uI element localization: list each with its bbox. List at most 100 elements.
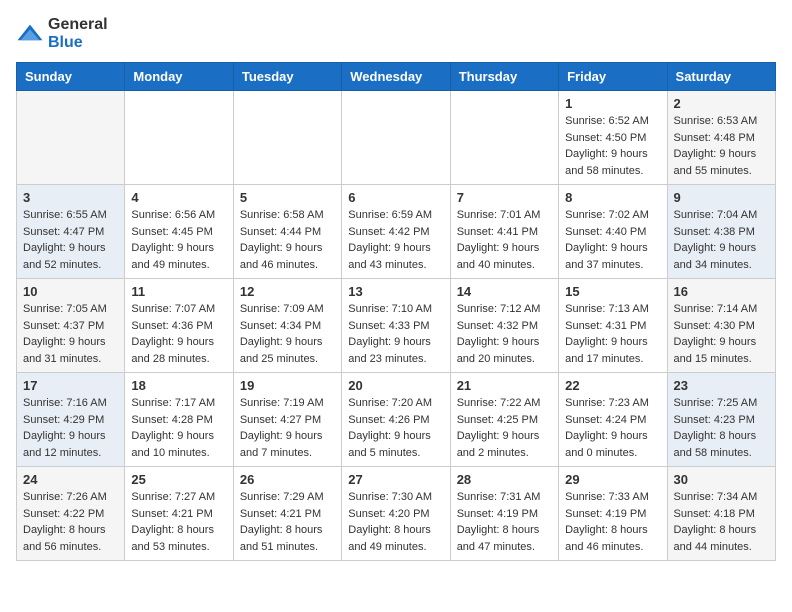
- day-info: Sunrise: 7:16 AMSunset: 4:29 PMDaylight:…: [23, 395, 118, 461]
- calendar-week-1: 1Sunrise: 6:52 AMSunset: 4:50 PMDaylight…: [17, 91, 776, 185]
- day-number: 17: [23, 378, 118, 393]
- day-number: 6: [348, 190, 443, 205]
- weekday-header-friday: Friday: [559, 63, 667, 91]
- calendar-cell: 3Sunrise: 6:55 AMSunset: 4:47 PMDaylight…: [17, 185, 125, 279]
- day-number: 7: [457, 190, 552, 205]
- day-number: 22: [565, 378, 660, 393]
- calendar-cell: 30Sunrise: 7:34 AMSunset: 4:18 PMDayligh…: [667, 467, 775, 561]
- calendar-cell: 29 Sunrise: 7:33 AMSunset: 4:19 PMDayligh…: [559, 467, 667, 561]
- calendar-cell: 6 Sunrise: 6:59 AMSunset: 4:42 PMDaylight…: [342, 185, 450, 279]
- day-info: Sunrise: 7:29 AMSunset: 4:21 PMDaylight:…: [240, 489, 335, 555]
- calendar-cell: 1Sunrise: 6:52 AMSunset: 4:50 PMDaylight…: [559, 91, 667, 185]
- calendar-cell: 9Sunrise: 7:04 AMSunset: 4:38 PMDaylight…: [667, 185, 775, 279]
- weekday-header-thursday: Thursday: [450, 63, 558, 91]
- calendar-cell: 21 Sunrise: 7:22 AMSunset: 4:25 PMDayligh…: [450, 373, 558, 467]
- day-info: Sunrise: 6:56 AMSunset: 4:45 PMDaylight:…: [131, 207, 226, 273]
- day-info: Sunrise: 7:14 AMSunset: 4:30 PMDaylight:…: [674, 301, 769, 367]
- day-info: Sunrise: 7:20 AMSunset: 4:26 PMDaylight:…: [348, 395, 443, 461]
- day-number: 15: [565, 284, 660, 299]
- calendar-cell: 18 Sunrise: 7:17 AMSunset: 4:28 PMDayligh…: [125, 373, 233, 467]
- day-number: 27: [348, 472, 443, 487]
- day-info: Sunrise: 7:04 AMSunset: 4:38 PMDaylight:…: [674, 207, 769, 273]
- weekday-header-monday: Monday: [125, 63, 233, 91]
- calendar-week-5: 24Sunrise: 7:26 AMSunset: 4:22 PMDayligh…: [17, 467, 776, 561]
- calendar-week-2: 3Sunrise: 6:55 AMSunset: 4:47 PMDaylight…: [17, 185, 776, 279]
- calendar-cell: [233, 91, 341, 185]
- day-number: 25: [131, 472, 226, 487]
- weekday-header-wednesday: Wednesday: [342, 63, 450, 91]
- calendar-week-4: 17 Sunrise: 7:16 AMSunset: 4:29 PMDayligh…: [17, 373, 776, 467]
- day-info: Sunrise: 7:13 AMSunset: 4:31 PMDaylight:…: [565, 301, 660, 367]
- day-number: 14: [457, 284, 552, 299]
- weekday-header-sunday: Sunday: [17, 63, 125, 91]
- day-info: Sunrise: 7:12 AMSunset: 4:32 PMDaylight:…: [457, 301, 552, 367]
- calendar-cell: 14 Sunrise: 7:12 AMSunset: 4:32 PMDayligh…: [450, 279, 558, 373]
- day-info: Sunrise: 6:53 AMSunset: 4:48 PMDaylight:…: [674, 113, 769, 179]
- logo-icon: [16, 23, 44, 45]
- day-number: 5: [240, 190, 335, 205]
- day-info: Sunrise: 7:30 AMSunset: 4:20 PMDaylight:…: [348, 489, 443, 555]
- day-number: 26: [240, 472, 335, 487]
- calendar-cell: 7 Sunrise: 7:01 AMSunset: 4:41 PMDaylight…: [450, 185, 558, 279]
- day-number: 1: [565, 96, 660, 111]
- calendar-cell: 5 Sunrise: 6:58 AMSunset: 4:44 PMDaylight…: [233, 185, 341, 279]
- calendar-cell: 23Sunrise: 7:25 AMSunset: 4:23 PMDayligh…: [667, 373, 775, 467]
- logo: General Blue: [16, 16, 108, 52]
- calendar-cell: 10 Sunrise: 7:05 AMSunset: 4:37 PMDayligh…: [17, 279, 125, 373]
- day-info: Sunrise: 6:59 AMSunset: 4:42 PMDaylight:…: [348, 207, 443, 273]
- day-info: Sunrise: 7:23 AMSunset: 4:24 PMDaylight:…: [565, 395, 660, 461]
- day-info: Sunrise: 7:34 AMSunset: 4:18 PMDaylight:…: [674, 489, 769, 555]
- day-number: 8: [565, 190, 660, 205]
- day-number: 20: [348, 378, 443, 393]
- day-info: Sunrise: 7:27 AMSunset: 4:21 PMDaylight:…: [131, 489, 226, 555]
- calendar-cell: 24Sunrise: 7:26 AMSunset: 4:22 PMDayligh…: [17, 467, 125, 561]
- day-number: 13: [348, 284, 443, 299]
- day-info: Sunrise: 7:17 AMSunset: 4:28 PMDaylight:…: [131, 395, 226, 461]
- calendar-cell: 22 Sunrise: 7:23 AMSunset: 4:24 PMDayligh…: [559, 373, 667, 467]
- day-number: 16: [674, 284, 769, 299]
- calendar-cell: 13 Sunrise: 7:10 AMSunset: 4:33 PMDayligh…: [342, 279, 450, 373]
- day-number: 24: [23, 472, 118, 487]
- calendar-cell: 25 Sunrise: 7:27 AMSunset: 4:21 PMDayligh…: [125, 467, 233, 561]
- day-number: 12: [240, 284, 335, 299]
- day-info: Sunrise: 7:31 AMSunset: 4:19 PMDaylight:…: [457, 489, 552, 555]
- day-number: 23: [674, 378, 769, 393]
- day-info: Sunrise: 6:55 AMSunset: 4:47 PMDaylight:…: [23, 207, 118, 273]
- calendar-cell: 8 Sunrise: 7:02 AMSunset: 4:40 PMDaylight…: [559, 185, 667, 279]
- day-info: Sunrise: 7:22 AMSunset: 4:25 PMDaylight:…: [457, 395, 552, 461]
- day-number: 18: [131, 378, 226, 393]
- calendar-cell: 19 Sunrise: 7:19 AMSunset: 4:27 PMDayligh…: [233, 373, 341, 467]
- day-number: 10: [23, 284, 118, 299]
- day-info: Sunrise: 7:10 AMSunset: 4:33 PMDaylight:…: [348, 301, 443, 367]
- day-info: Sunrise: 7:19 AMSunset: 4:27 PMDaylight:…: [240, 395, 335, 461]
- calendar-cell: 11Sunrise: 7:07 AMSunset: 4:36 PMDayligh…: [125, 279, 233, 373]
- calendar-cell: 16 Sunrise: 7:14 AMSunset: 4:30 PMDayligh…: [667, 279, 775, 373]
- logo-blue-text: Blue: [48, 34, 83, 51]
- day-number: 19: [240, 378, 335, 393]
- calendar-cell: [450, 91, 558, 185]
- weekday-header-tuesday: Tuesday: [233, 63, 341, 91]
- calendar-cell: 17 Sunrise: 7:16 AMSunset: 4:29 PMDayligh…: [17, 373, 125, 467]
- day-info: Sunrise: 7:01 AMSunset: 4:41 PMDaylight:…: [457, 207, 552, 273]
- calendar-cell: 27 Sunrise: 7:30 AMSunset: 4:20 PMDayligh…: [342, 467, 450, 561]
- calendar-cell: 28 Sunrise: 7:31 AMSunset: 4:19 PMDayligh…: [450, 467, 558, 561]
- day-number: 29: [565, 472, 660, 487]
- day-number: 28: [457, 472, 552, 487]
- day-number: 2: [674, 96, 769, 111]
- day-info: Sunrise: 6:58 AMSunset: 4:44 PMDaylight:…: [240, 207, 335, 273]
- day-info: Sunrise: 7:05 AMSunset: 4:37 PMDaylight:…: [23, 301, 118, 367]
- calendar: SundayMondayTuesdayWednesdayThursdayFrid…: [16, 62, 776, 561]
- calendar-cell: 26 Sunrise: 7:29 AMSunset: 4:21 PMDayligh…: [233, 467, 341, 561]
- calendar-cell: 15 Sunrise: 7:13 AMSunset: 4:31 PMDayligh…: [559, 279, 667, 373]
- day-number: 21: [457, 378, 552, 393]
- day-info: Sunrise: 7:33 AMSunset: 4:19 PMDaylight:…: [565, 489, 660, 555]
- day-info: Sunrise: 7:02 AMSunset: 4:40 PMDaylight:…: [565, 207, 660, 273]
- calendar-header-row: SundayMondayTuesdayWednesdayThursdayFrid…: [17, 63, 776, 91]
- calendar-week-3: 10 Sunrise: 7:05 AMSunset: 4:37 PMDayligh…: [17, 279, 776, 373]
- calendar-cell: 20 Sunrise: 7:20 AMSunset: 4:26 PMDayligh…: [342, 373, 450, 467]
- calendar-cell: 4Sunrise: 6:56 AMSunset: 4:45 PMDaylight…: [125, 185, 233, 279]
- header: General Blue: [16, 16, 776, 52]
- day-number: 11: [131, 284, 226, 299]
- calendar-cell: [342, 91, 450, 185]
- weekday-header-saturday: Saturday: [667, 63, 775, 91]
